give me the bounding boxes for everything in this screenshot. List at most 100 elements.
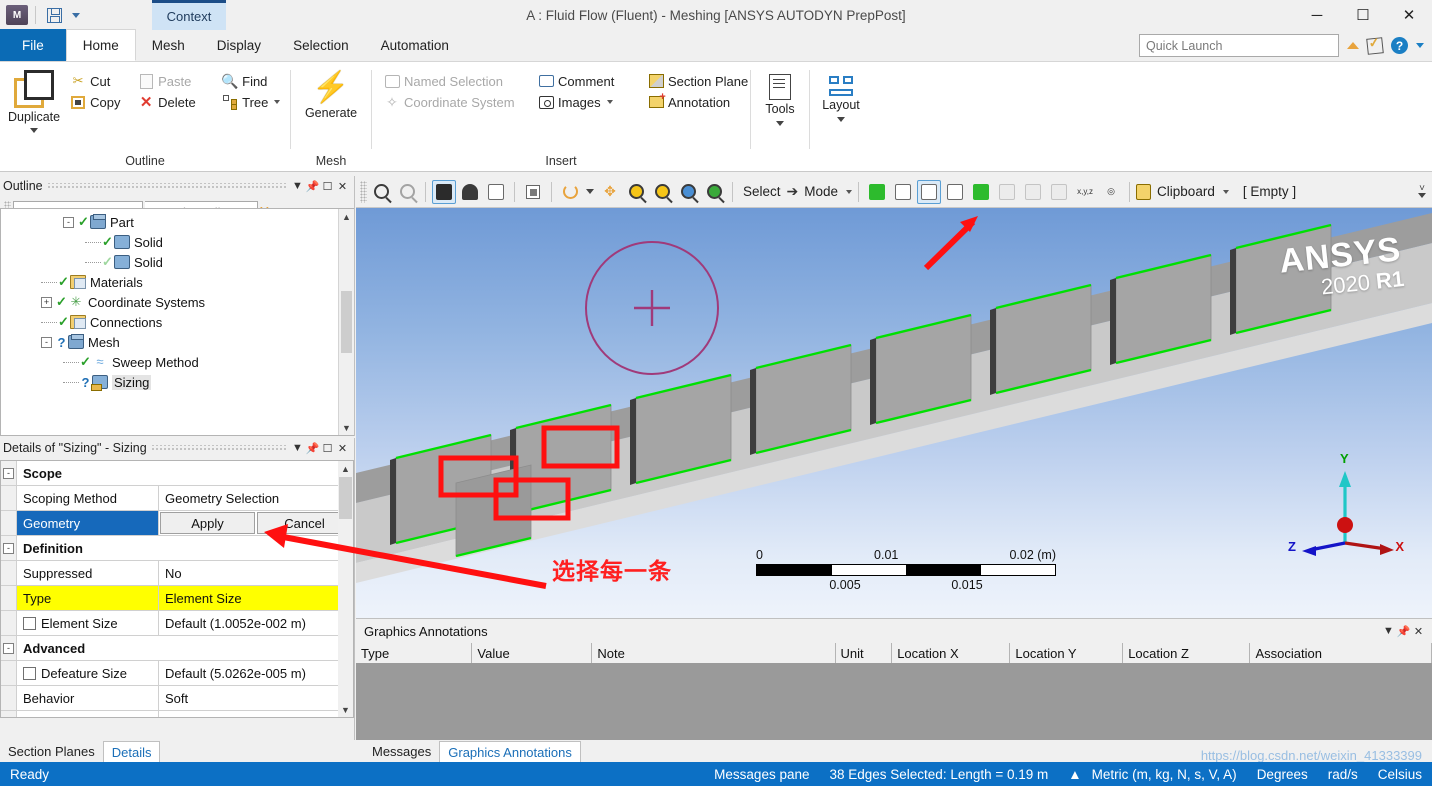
zoom-in-icon[interactable] xyxy=(369,180,393,204)
select-vertex-icon[interactable] xyxy=(891,180,915,204)
maximize-panel-icon[interactable]: ☐ xyxy=(320,442,335,455)
details-grid[interactable]: - Scope Scoping Method Geometry Selection Ge… xyxy=(0,460,354,718)
tab-mesh[interactable]: Mesh xyxy=(136,29,201,61)
comment-button[interactable]: Comment xyxy=(534,72,638,90)
details-row[interactable]: - Scope xyxy=(1,461,353,486)
zoom-box-icon[interactable] xyxy=(624,180,648,204)
collapse-icon[interactable]: - xyxy=(1,636,17,660)
close-panel-icon[interactable]: ✕ xyxy=(335,442,350,455)
details-row[interactable]: Defeature Size Default (5.0262e-005 m) xyxy=(1,661,353,686)
collapse-icon[interactable]: - xyxy=(41,336,52,348)
chevron-down-icon[interactable] xyxy=(1416,43,1424,48)
annotation-button[interactable]: Annotation xyxy=(644,91,734,111)
apply-button[interactable]: Apply xyxy=(160,512,255,534)
chevron-down-icon[interactable] xyxy=(846,189,853,194)
panel-menu-icon[interactable]: ▼ xyxy=(290,180,305,192)
show-solid-icon[interactable] xyxy=(432,179,456,204)
scroll-thumb[interactable] xyxy=(341,291,352,353)
chevron-down-icon[interactable] xyxy=(776,121,784,126)
tools-button[interactable]: Tools xyxy=(759,74,801,126)
select-face-icon[interactable] xyxy=(943,180,967,204)
coordinate-triad[interactable]: Y X Z xyxy=(1288,451,1404,563)
show-wireframe-icon[interactable] xyxy=(484,180,508,204)
clipboard-icon[interactable] xyxy=(1136,183,1152,200)
column-header-location-y[interactable]: Location Y xyxy=(1010,643,1124,663)
copy-button[interactable]: Copy xyxy=(66,93,128,111)
tab-file[interactable]: File xyxy=(0,29,66,61)
close-panel-icon[interactable]: ✕ xyxy=(1411,625,1426,638)
details-value[interactable]: Default (1.2) xyxy=(159,711,353,718)
tree-item-mesh[interactable]: -? Mesh xyxy=(1,332,354,352)
pin-icon[interactable]: 📌 xyxy=(1396,625,1411,638)
ansys-m-icon[interactable]: M xyxy=(6,5,28,25)
cut-button[interactable]: ✂ Cut xyxy=(66,72,128,90)
tab-graphics-annotations[interactable]: Graphics Annotations xyxy=(439,741,581,762)
collapse-icon[interactable]: - xyxy=(63,216,74,228)
chevron-down-icon[interactable] xyxy=(1222,189,1229,194)
details-row[interactable]: Scoping Method Geometry Selection xyxy=(1,486,353,511)
tree-item-part[interactable]: - ✓ Part xyxy=(1,212,354,232)
details-checkbox[interactable] xyxy=(23,666,36,680)
zoom-to-fit-icon[interactable] xyxy=(650,180,674,204)
status-temperature-unit[interactable]: Celsius xyxy=(1368,767,1432,782)
drag-grip[interactable] xyxy=(360,180,367,203)
select-xyz-icon[interactable]: x,y,z xyxy=(1073,180,1097,204)
expand-icon[interactable]: + xyxy=(41,296,52,308)
details-value[interactable]: Geometry Selection xyxy=(159,486,353,510)
chevron-down-icon[interactable] xyxy=(837,117,845,122)
images-button[interactable]: Images xyxy=(534,93,638,111)
outline-scrollbar[interactable]: ▲ ▼ xyxy=(338,209,354,435)
magnify-green-icon[interactable] xyxy=(702,180,726,204)
graphics-viewport[interactable]: ANSYS 2020 R1 Y X Z 0 0.01 0.02 (m) 0.00… xyxy=(356,208,1432,618)
column-header-association[interactable]: Association xyxy=(1250,643,1432,663)
details-value[interactable]: Default (5.0262e-005 m) xyxy=(159,661,353,685)
tree-item-connections[interactable]: ✓ Connections xyxy=(1,312,354,332)
cursor-icon[interactable]: ➔ xyxy=(787,183,799,200)
tree-item-coordinate-systems[interactable]: + ✓ ✳ Coordinate Systems xyxy=(1,292,354,312)
delete-button[interactable]: ✕ Delete xyxy=(134,93,212,111)
tab-details[interactable]: Details xyxy=(102,741,161,762)
pan-icon[interactable]: ✥ xyxy=(598,180,622,204)
details-checkbox[interactable] xyxy=(23,716,36,717)
magnify-blue-icon[interactable] xyxy=(676,180,700,204)
tree-button[interactable]: Tree xyxy=(218,93,284,111)
find-button[interactable]: 🔍 Find xyxy=(218,72,271,90)
tree-item-solid[interactable]: ✓ Solid xyxy=(1,252,354,272)
column-header-note[interactable]: Note xyxy=(592,643,836,663)
pin-icon[interactable]: 📌 xyxy=(305,180,320,193)
panel-menu-icon[interactable]: ▼ xyxy=(1381,625,1396,637)
section-plane-button[interactable]: Section Plane xyxy=(644,72,752,90)
details-row[interactable]: Type Element Size xyxy=(1,586,353,611)
tree-item-materials[interactable]: ✓ Materials xyxy=(1,272,354,292)
toolbar-overflow-icon[interactable]: ˅ xyxy=(1419,184,1425,194)
layout-button[interactable]: Layout xyxy=(818,76,864,122)
column-header-unit[interactable]: Unit xyxy=(835,643,893,663)
note-icon[interactable] xyxy=(1366,36,1384,55)
select-edges-adjacent-icon[interactable] xyxy=(865,180,889,204)
chevron-down-icon[interactable] xyxy=(606,100,613,104)
minimize-button[interactable]: ─ xyxy=(1294,0,1340,30)
rotate-icon[interactable] xyxy=(558,180,582,204)
show-shaded-icon[interactable] xyxy=(458,180,482,204)
details-checkbox[interactable] xyxy=(23,616,36,630)
column-header-location-x[interactable]: Location X xyxy=(892,643,1011,663)
tab-section-planes[interactable]: Section Planes xyxy=(0,741,103,762)
scroll-down-icon[interactable]: ▼ xyxy=(338,702,353,717)
details-row[interactable]: Suppressed No xyxy=(1,561,353,586)
tab-home[interactable]: Home xyxy=(65,29,136,61)
chevron-down-icon[interactable] xyxy=(584,180,596,204)
graphics-annotations-table[interactable]: Type Value Note Unit Location X Location Y Loc… xyxy=(356,643,1432,740)
select-edge-icon[interactable] xyxy=(917,179,942,204)
duplicate-button[interactable]: Duplicate xyxy=(8,70,60,133)
tree-item-solid[interactable]: ✓ Solid xyxy=(1,232,354,252)
details-value[interactable]: Default (1.0052e-002 m) xyxy=(159,611,353,635)
tab-display[interactable]: Display xyxy=(201,29,277,61)
details-row[interactable]: Geometry Apply Cancel xyxy=(1,511,353,536)
show-mesh-icon[interactable] xyxy=(521,180,545,204)
chevron-up-icon[interactable] xyxy=(1347,42,1359,49)
chevron-down-icon[interactable] xyxy=(1418,193,1426,198)
save-icon[interactable] xyxy=(43,4,65,26)
details-value[interactable]: Element Size xyxy=(159,586,353,610)
pin-icon[interactable]: 📌 xyxy=(305,442,320,455)
status-rotation-unit[interactable]: rad/s xyxy=(1318,767,1368,782)
